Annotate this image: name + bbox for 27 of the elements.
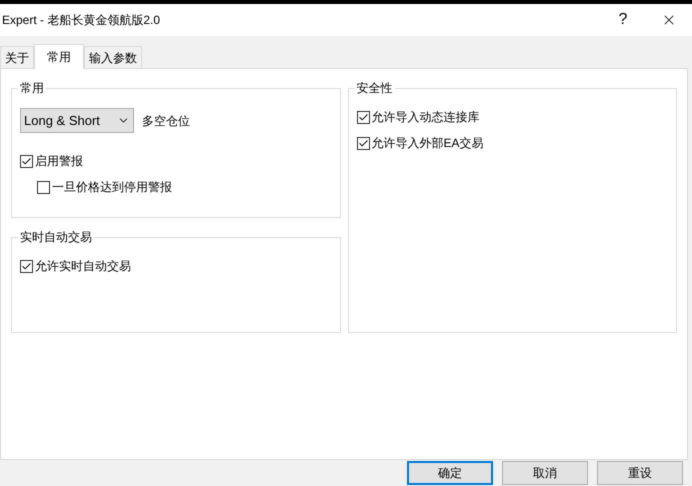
check-icon bbox=[21, 156, 32, 166]
checkbox[interactable] bbox=[356, 136, 370, 150]
checkbox-label: 允许导入外部EA交易 bbox=[372, 135, 484, 152]
tab[interactable]: 关于 bbox=[0, 46, 34, 68]
help-button[interactable]: ? bbox=[600, 8, 646, 32]
group-title: 常用 bbox=[18, 80, 46, 96]
group-title: 实时自动交易 bbox=[18, 229, 94, 245]
checkbox-label: 启用警报 bbox=[35, 153, 83, 170]
dropdown-label: 多空仓位 bbox=[142, 112, 190, 130]
window-title: Expert - 老船长黄金领航版2.0 bbox=[2, 12, 162, 29]
checkbox-label: 一旦价格达到停用警报 bbox=[52, 179, 172, 196]
checkbox-label: 允许导入动态连接库 bbox=[372, 109, 480, 126]
checkbox-label: 允许实时自动交易 bbox=[35, 258, 131, 275]
tab[interactable]: 常用 bbox=[34, 44, 84, 69]
checkbox[interactable] bbox=[37, 180, 50, 194]
check-icon bbox=[21, 260, 32, 272]
dialog-button[interactable]: 重设 bbox=[597, 461, 683, 485]
dialog-button[interactable]: 确定 bbox=[407, 461, 493, 485]
checkbox[interactable] bbox=[20, 154, 33, 168]
check-icon bbox=[358, 112, 368, 122]
checkbox[interactable] bbox=[20, 260, 33, 272]
dialog-button[interactable]: 取消 bbox=[502, 461, 588, 485]
position-dropdown[interactable]: Long & Short bbox=[20, 108, 134, 133]
check-icon bbox=[358, 138, 368, 148]
checkbox[interactable] bbox=[356, 110, 370, 124]
group-title: 安全性 bbox=[354, 80, 394, 96]
tab[interactable]: 输入参数 bbox=[84, 46, 142, 68]
